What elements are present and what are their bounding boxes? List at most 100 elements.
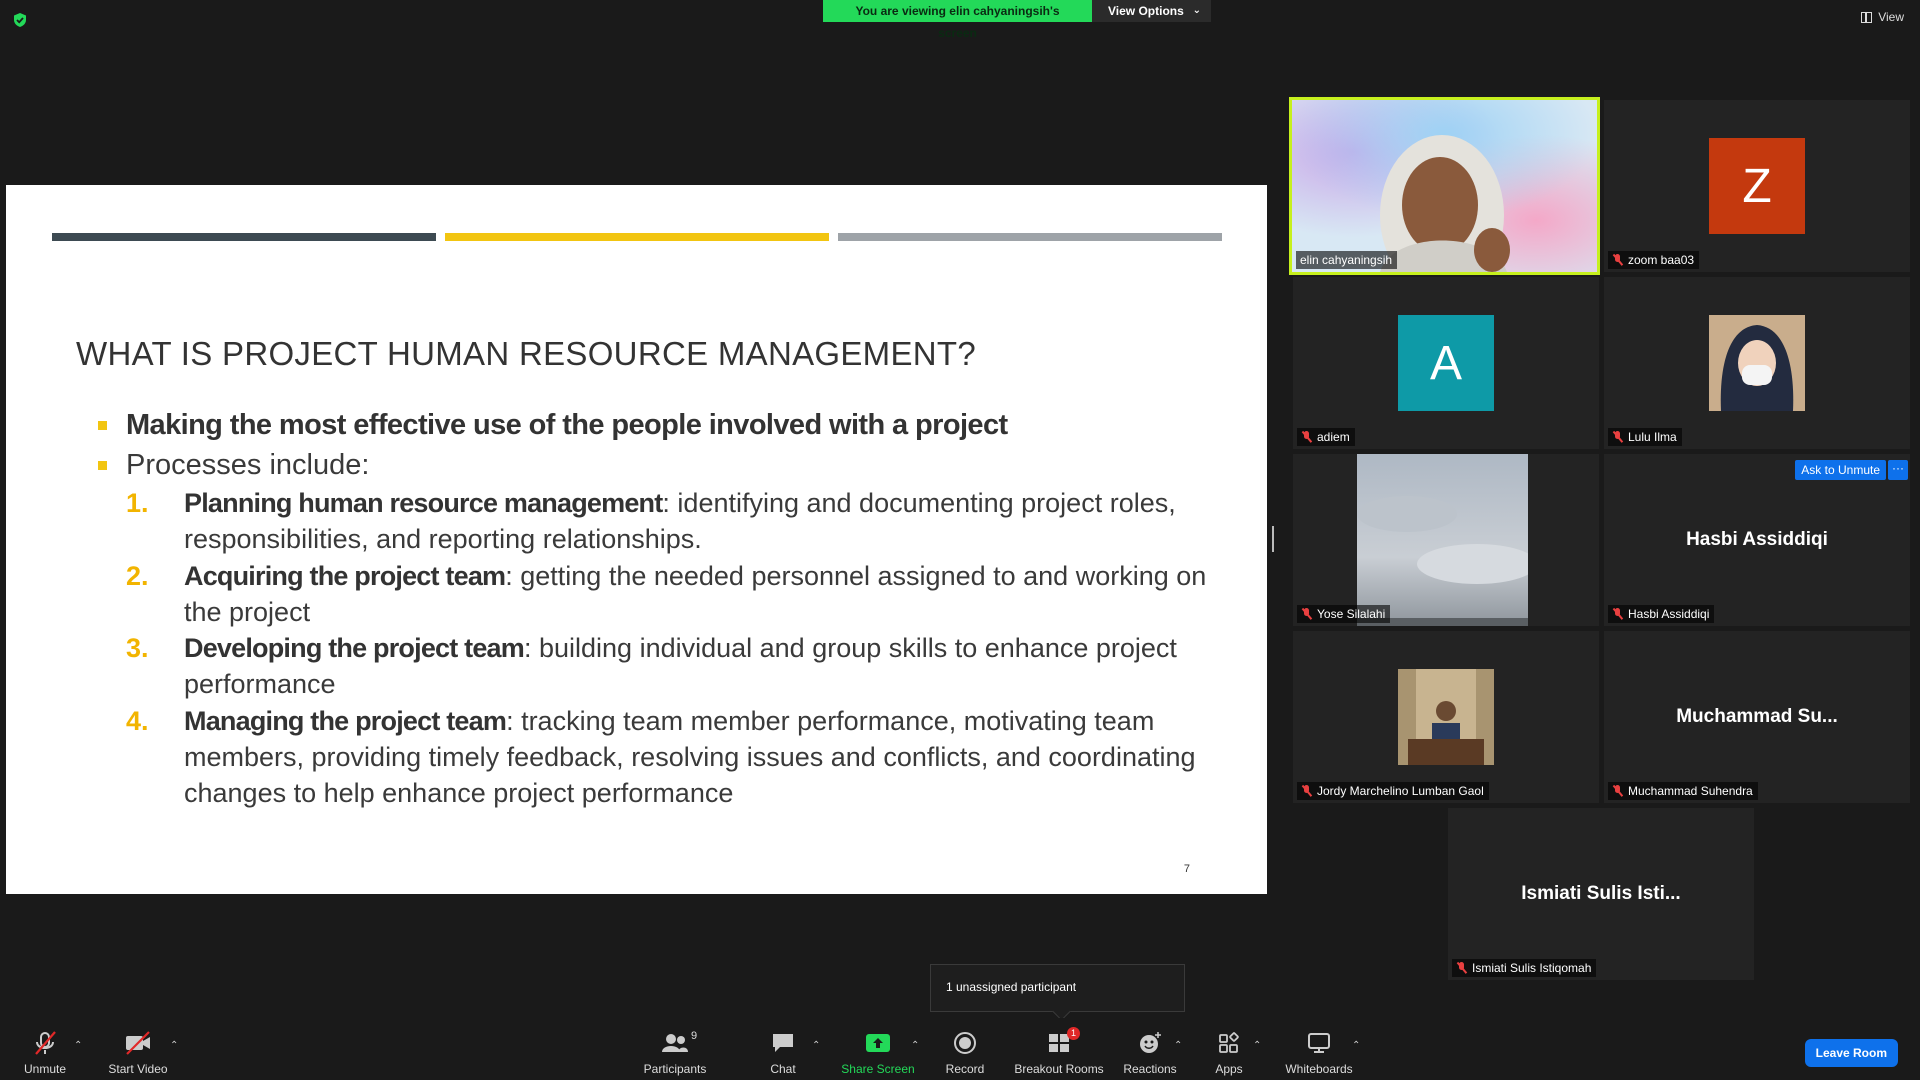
record-label: Record: [945, 1062, 985, 1076]
start-video-button[interactable]: Start Video: [104, 1018, 172, 1080]
mic-muted-icon: [1612, 431, 1623, 443]
apps-label: Apps: [1215, 1062, 1243, 1076]
leave-room-button[interactable]: Leave Room: [1804, 1039, 1898, 1067]
video-options-caret-icon[interactable]: ⌃: [170, 1040, 178, 1051]
participant-video: [1357, 454, 1528, 626]
reactions-caret-icon[interactable]: ⌃: [1174, 1040, 1182, 1051]
video-tile-zoom-baa03[interactable]: Z zoom baa03: [1604, 100, 1910, 272]
security-shield-icon[interactable]: [12, 12, 28, 28]
reactions-label: Reactions: [1123, 1062, 1177, 1076]
unmute-button[interactable]: Unmute: [14, 1018, 76, 1080]
view-options-label: View Options: [1108, 4, 1184, 18]
audio-options-caret-icon[interactable]: ⌃: [74, 1040, 82, 1051]
chat-options-caret-icon[interactable]: ⌃: [812, 1040, 820, 1051]
participant-name-tag: elin cahyaningsih: [1296, 251, 1398, 269]
share-screen-label: Share Screen: [841, 1062, 915, 1076]
participant-name: Ismiati Sulis Istiqomah: [1472, 961, 1592, 975]
participant-display-name: Ismiati Sulis Isti...: [1521, 883, 1681, 904]
participant-name: Lulu Ilma: [1628, 430, 1677, 444]
more-options-icon[interactable]: ···: [1888, 460, 1908, 480]
apps-button[interactable]: Apps: [1208, 1018, 1250, 1080]
process-item: 4. Managing the project team: tracking t…: [126, 703, 1212, 812]
participant-name-tag: Lulu Ilma: [1608, 428, 1682, 446]
chat-label: Chat: [770, 1062, 796, 1076]
process-term: Acquiring the project team: [184, 560, 506, 591]
unassigned-participant-tooltip: 1 unassigned participant: [930, 964, 1185, 1012]
participant-name: Muchammad Suhendra: [1628, 784, 1753, 798]
whiteboard-icon: [1308, 1033, 1330, 1053]
video-tile-adiem[interactable]: A adiem: [1293, 277, 1599, 449]
breakout-badge: 1: [1067, 1027, 1080, 1040]
video-tile-jordy[interactable]: Jordy Marchelino Lumban Gaol: [1293, 631, 1599, 803]
process-term: Planning human resource management: [184, 488, 663, 518]
video-tile-lulu-ilma[interactable]: Lulu Ilma: [1604, 277, 1910, 449]
chat-icon: [773, 1034, 793, 1052]
participant-name: adiem: [1317, 430, 1350, 444]
mic-muted-icon: [1301, 431, 1312, 443]
process-number: 3.: [126, 633, 149, 664]
slide-header-bar-dark: [52, 233, 436, 241]
participant-display-name: Hasbi Assiddiqi: [1686, 529, 1828, 550]
mic-muted-icon: [1612, 254, 1623, 266]
avatar: [1709, 315, 1805, 411]
reactions-button[interactable]: Reactions: [1120, 1018, 1180, 1080]
slide-bullets: Making the most effective use of the peo…: [92, 405, 1212, 812]
mic-muted-icon: [1301, 608, 1312, 620]
process-list: 1. Planning human resource management: i…: [126, 485, 1212, 812]
participant-name-tag: Yose Silalahi: [1297, 605, 1391, 623]
whiteboards-button[interactable]: Whiteboards: [1282, 1018, 1356, 1080]
process-item: 3. Developing the project team: building…: [126, 630, 1212, 703]
video-tile-muchammad-suhendra[interactable]: Muchammad Su... Muchammad Suhendra: [1604, 631, 1910, 803]
mic-muted-icon: [1456, 962, 1467, 974]
participant-name-tag: Muchammad Suhendra: [1608, 782, 1758, 800]
breakout-rooms-label: Breakout Rooms: [1014, 1062, 1104, 1076]
bullet-item: Making the most effective use of the peo…: [92, 405, 1212, 445]
participants-label: Participants: [643, 1062, 707, 1076]
slide-header-bar-grey: [838, 233, 1222, 241]
viewing-indicator: You are viewing elin cahyaningsih's scre…: [823, 0, 1092, 40]
bullet-text: Making the most effective use of the peo…: [126, 409, 1008, 441]
unmute-label: Unmute: [23, 1062, 67, 1076]
apps-caret-icon[interactable]: ⌃: [1253, 1040, 1261, 1051]
share-options-caret-icon[interactable]: ⌃: [911, 1040, 919, 1051]
avatar: [1398, 669, 1494, 765]
slide-page-number: 7: [1183, 863, 1190, 875]
video-tile-elin[interactable]: elin cahyaningsih: [1289, 97, 1600, 275]
resize-handle[interactable]: [1272, 526, 1274, 552]
record-button[interactable]: Record: [940, 1018, 990, 1080]
ask-to-unmute-button[interactable]: Ask to Unmute: [1795, 460, 1886, 480]
participant-display-name: Muchammad Su...: [1676, 706, 1838, 727]
view-options-button[interactable]: View Options ⌄: [1092, 0, 1211, 22]
chat-button[interactable]: Chat: [760, 1018, 806, 1080]
participant-name-tag: Ismiati Sulis Istiqomah: [1452, 959, 1597, 977]
participant-name-tag: adiem: [1297, 428, 1355, 446]
chevron-down-icon: ⌄: [1192, 5, 1201, 16]
bullet-text: Processes include:: [126, 449, 370, 481]
share-screen-icon: [866, 1034, 890, 1052]
process-term: Developing the project team: [184, 633, 525, 664]
view-button[interactable]: View: [1861, 10, 1904, 24]
video-tile-ismiati[interactable]: Ismiati Sulis Isti... Ismiati Sulis Isti…: [1448, 808, 1754, 980]
process-number: 2.: [126, 560, 149, 591]
video-tile-hasbi-assiddiqi[interactable]: Ask to Unmute ··· Hasbi Assiddiqi Hasbi …: [1604, 454, 1910, 626]
meeting-toolbar: Unmute ⌃ Start Video ⌃ 9 Participants Ch…: [0, 1018, 1920, 1080]
participant-name: Yose Silalahi: [1317, 607, 1386, 621]
share-screen-button[interactable]: Share Screen: [838, 1018, 918, 1080]
microphone-muted-icon: [35, 1031, 56, 1055]
video-tile-yose-silalahi[interactable]: Yose Silalahi: [1293, 454, 1599, 626]
participant-name: Jordy Marchelino Lumban Gaol: [1317, 784, 1484, 798]
participants-icon: [662, 1034, 688, 1052]
mic-muted-icon: [1612, 785, 1623, 797]
apps-icon: [1219, 1032, 1239, 1053]
mic-muted-icon: [1612, 608, 1623, 620]
slide-header-bar-yellow: [445, 233, 829, 241]
participants-button[interactable]: 9 Participants: [640, 1018, 710, 1080]
process-term: Managing the project team: [184, 705, 507, 736]
process-number: 4.: [126, 705, 149, 736]
participant-name: zoom baa03: [1628, 253, 1695, 267]
whiteboards-label: Whiteboards: [1285, 1062, 1353, 1076]
screen-share-banner: You are viewing elin cahyaningsih's scre…: [823, 0, 1211, 40]
breakout-rooms-button[interactable]: 1 Breakout Rooms: [1010, 1018, 1108, 1080]
whiteboards-caret-icon[interactable]: ⌃: [1352, 1040, 1360, 1051]
start-video-label: Start Video: [108, 1062, 168, 1076]
